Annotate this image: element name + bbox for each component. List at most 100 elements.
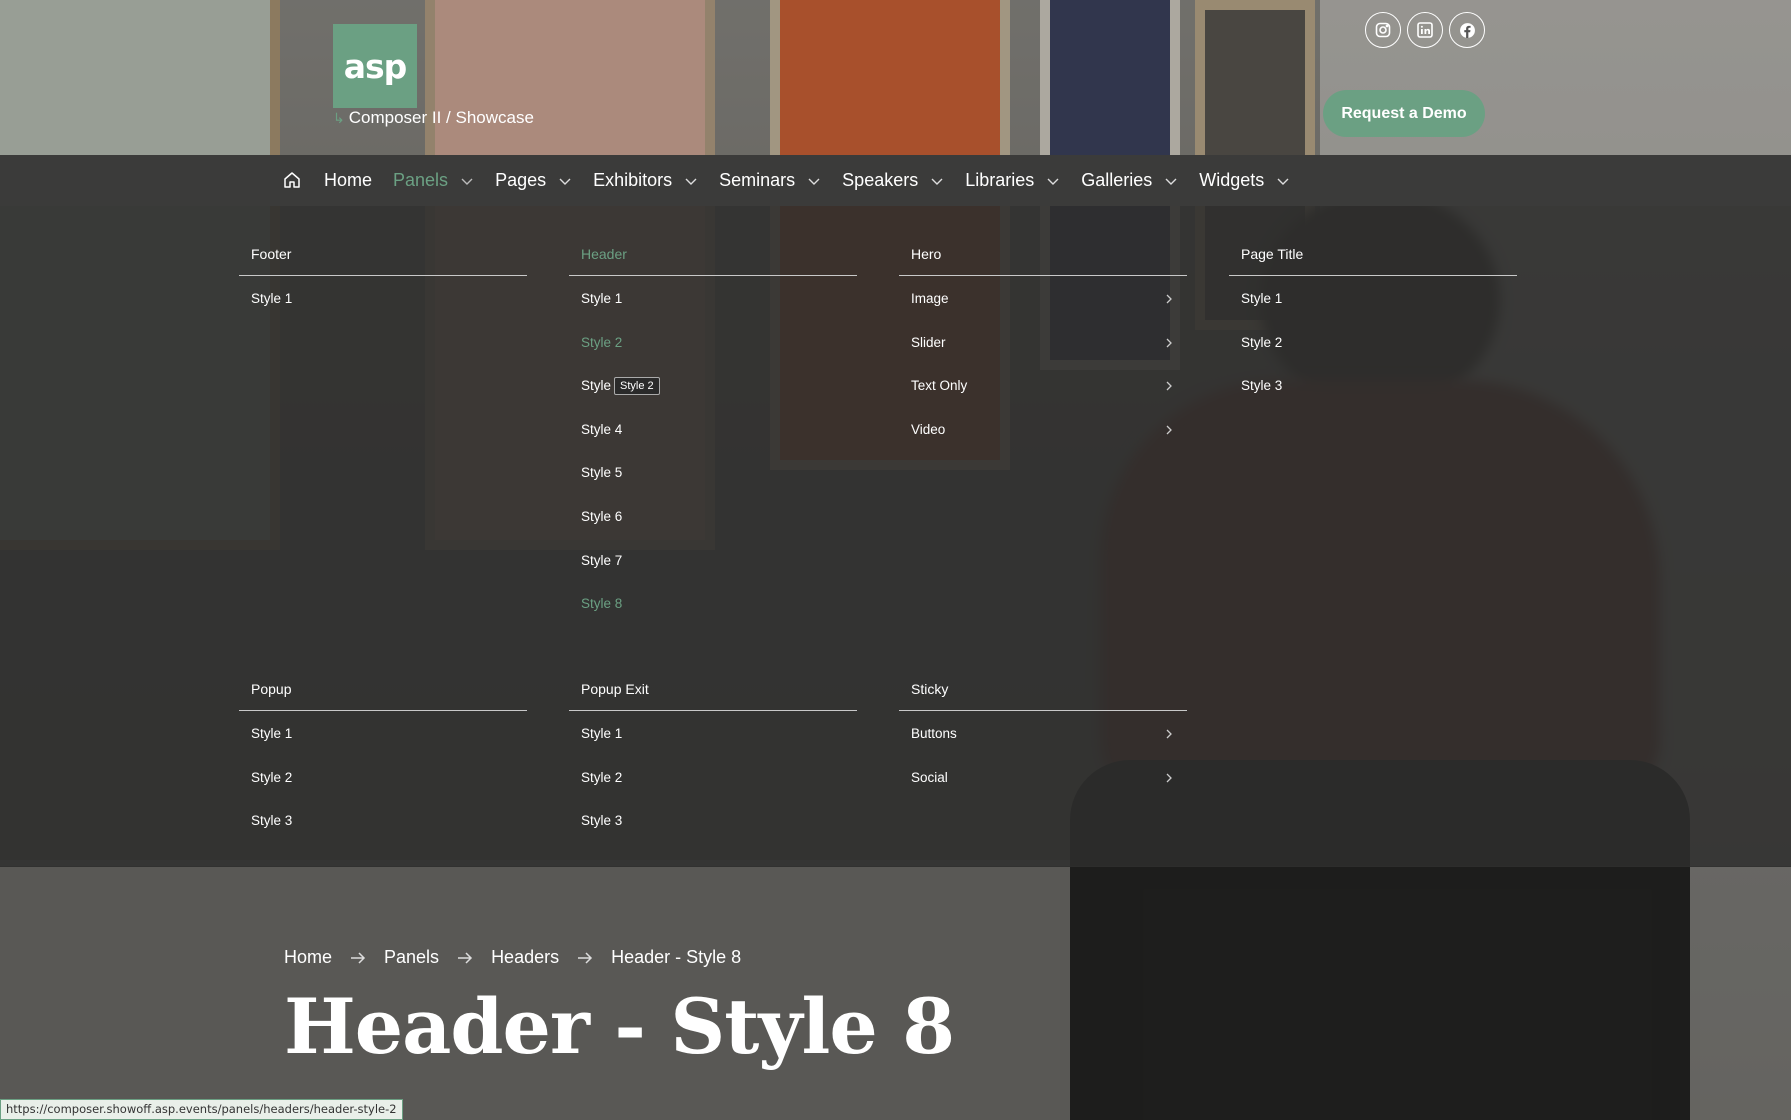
breadcrumb-item-headers[interactable]: Headers xyxy=(491,947,559,968)
nav-item-home[interactable]: Home xyxy=(324,170,372,191)
menu-item[interactable]: Style 2 xyxy=(239,755,527,799)
chevron-right-icon xyxy=(1163,337,1175,349)
menu-item[interactable]: Style 3 xyxy=(239,798,527,842)
menu-column-title[interactable]: Footer xyxy=(239,206,527,276)
menu-column-title[interactable]: Page Title xyxy=(1229,206,1517,276)
menu-item-label: Style 4 xyxy=(581,421,623,437)
menu-item-label: Style 1 xyxy=(1241,291,1283,306)
menu-item-label: Style 8 xyxy=(581,596,623,612)
nav-item-seminars[interactable]: Seminars xyxy=(719,170,821,191)
menu-item[interactable]: Style 2 xyxy=(569,755,857,799)
menu-item[interactable]: Style 1 xyxy=(569,276,857,320)
menu-item-label: Social xyxy=(911,769,948,785)
menu-item[interactable]: Style 2 xyxy=(1229,320,1517,364)
nav-item-panels[interactable]: Panels xyxy=(393,170,474,191)
return-arrow-icon: ↳ xyxy=(333,109,345,126)
menu-item[interactable]: Style 5 xyxy=(569,450,857,494)
menu-column-title[interactable]: Popup xyxy=(239,641,527,711)
chevron-right-icon xyxy=(1163,380,1175,392)
main-nav: Home Panels Pages Exhibitors Seminars Sp… xyxy=(0,155,1791,206)
nav-item-label: Exhibitors xyxy=(593,170,673,190)
menu-item[interactable]: Style 1 xyxy=(1229,276,1517,320)
logo-text: asp xyxy=(343,46,408,86)
nav-item-label: Speakers xyxy=(842,170,919,190)
instagram-icon[interactable] xyxy=(1365,12,1401,48)
menu-item-label: Style 3 xyxy=(581,813,623,829)
chevron-right-icon xyxy=(1163,728,1175,740)
menu-column-title[interactable]: Sticky xyxy=(899,641,1187,711)
social-links xyxy=(1365,12,1485,48)
nav-item-speakers[interactable]: Speakers xyxy=(842,170,944,191)
linkedin-icon[interactable] xyxy=(1407,12,1443,48)
breadcrumb-item-home[interactable]: Home xyxy=(284,947,332,968)
nav-item-libraries[interactable]: Libraries xyxy=(965,170,1060,191)
chevron-right-icon xyxy=(1163,293,1175,305)
menu-item-label: Style 2 xyxy=(581,769,623,785)
menu-item[interactable]: Style 3 xyxy=(1229,363,1517,407)
menu-item-label: Style 6 xyxy=(581,508,623,524)
nav-item-pages[interactable]: Pages xyxy=(495,170,572,191)
menu-column-sticky: Sticky Buttons Social xyxy=(899,641,1187,798)
arrow-right-icon xyxy=(349,949,367,967)
nav-item-label: Libraries xyxy=(965,170,1035,190)
menu-item[interactable]: Style 3 xyxy=(569,798,857,842)
home-icon[interactable] xyxy=(282,170,304,192)
chevron-down-icon xyxy=(1046,174,1060,188)
menu-item[interactable]: Style 1 xyxy=(239,276,527,320)
menu-item[interactable]: Style 8 xyxy=(569,581,857,625)
menu-item-label: Text Only xyxy=(911,378,968,394)
chevron-right-icon xyxy=(1163,424,1175,436)
menu-item[interactable]: Social xyxy=(899,755,1187,799)
nav-item-exhibitors[interactable]: Exhibitors xyxy=(593,170,698,191)
hover-tooltip: Style 2 xyxy=(614,377,660,395)
menu-item[interactable]: Style 1 xyxy=(239,711,527,755)
menu-item[interactable]: Style 1 xyxy=(569,711,857,755)
menu-item-label: Style 3 xyxy=(1241,378,1283,394)
nav-item-galleries[interactable]: Galleries xyxy=(1081,170,1178,191)
menu-item-label: Style 7 xyxy=(581,552,623,568)
menu-item-label: Buttons xyxy=(911,726,957,741)
menu-item[interactable]: Video xyxy=(899,407,1187,451)
menu-column-title[interactable]: Hero xyxy=(899,206,1187,276)
menu-item-label: Style 3 xyxy=(251,813,293,829)
menu-item-label: Style 1 xyxy=(251,726,293,741)
menu-item[interactable]: Style 7 xyxy=(569,538,857,582)
menu-column-title[interactable]: Header xyxy=(569,206,857,276)
menu-item[interactable]: Style 3 xyxy=(569,363,857,407)
nav-item-widgets[interactable]: Widgets xyxy=(1199,170,1290,191)
facebook-icon[interactable] xyxy=(1449,12,1485,48)
menu-column-title[interactable]: Popup Exit xyxy=(569,641,857,711)
menu-item[interactable]: Style 4 xyxy=(569,407,857,451)
menu-column-footer: Footer Style 1 xyxy=(239,206,527,320)
link-status-url: https://composer.showoff.asp.events/pane… xyxy=(0,1099,403,1120)
menu-item[interactable]: Buttons xyxy=(899,711,1187,755)
menu-item[interactable]: Image xyxy=(899,276,1187,320)
menu-column-hero: Hero Image Slider Text Only Video xyxy=(899,206,1187,450)
menu-column-popup-exit: Popup Exit Style 1 Style 2 Style 3 xyxy=(569,641,857,842)
request-demo-button[interactable]: Request a Demo xyxy=(1323,90,1485,137)
menu-item-label: Style 5 xyxy=(581,465,623,481)
menu-item-label: Style 1 xyxy=(581,291,623,306)
chevron-down-icon xyxy=(1164,174,1178,188)
breadcrumb-item-panels[interactable]: Panels xyxy=(384,947,439,968)
menu-item[interactable]: Text Only xyxy=(899,363,1187,407)
breadcrumb: Home Panels Headers Header - Style 8 xyxy=(284,947,741,968)
nav-item-label: Pages xyxy=(495,170,547,190)
chevron-down-icon xyxy=(460,174,474,188)
chevron-down-icon xyxy=(558,174,572,188)
menu-item[interactable]: Style 6 xyxy=(569,494,857,538)
menu-column-header: Header Style 1 Style 2 Style 3 Style 4 S… xyxy=(569,206,857,625)
nav-item-label: Home xyxy=(324,170,373,190)
chevron-right-icon xyxy=(1163,772,1175,784)
arrow-right-icon xyxy=(576,949,594,967)
menu-item-label: Style 2 xyxy=(1241,334,1283,350)
menu-item[interactable]: Style 2 xyxy=(569,320,857,364)
nav-item-label: Seminars xyxy=(719,170,796,190)
nav-item-label: Galleries xyxy=(1081,170,1153,190)
site-logo[interactable]: asp xyxy=(333,24,417,108)
menu-item[interactable]: Slider xyxy=(899,320,1187,364)
nav-item-label: Panels xyxy=(393,170,449,190)
site-path: ↳ Composer II / Showcase xyxy=(333,108,534,128)
header-overlay xyxy=(0,0,1791,155)
chevron-down-icon xyxy=(930,174,944,188)
